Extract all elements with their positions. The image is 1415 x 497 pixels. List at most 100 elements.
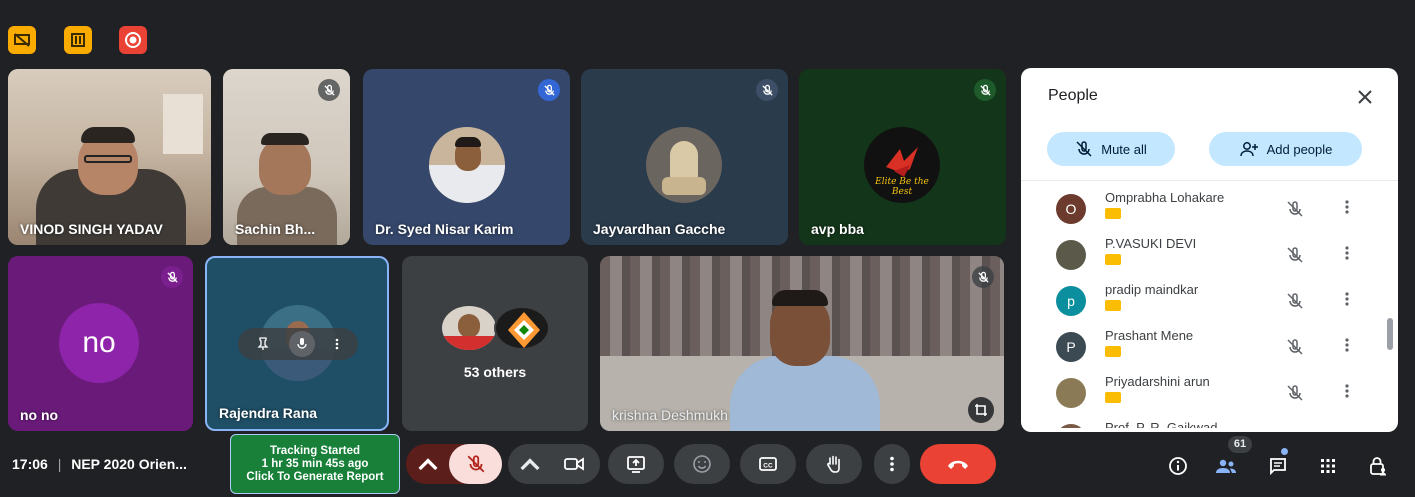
- meeting-title: NEP 2020 Orien...: [71, 456, 187, 472]
- avatar: [442, 306, 496, 350]
- participant-name: Jayvardhan Gacche: [593, 221, 726, 237]
- video-tile-sachin[interactable]: Sachin Bh...: [223, 69, 350, 245]
- participant-row[interactable]: p pradip maindkar: [1021, 278, 1381, 324]
- others-count: 53 others: [463, 364, 527, 380]
- raise-hand-button[interactable]: [806, 444, 862, 484]
- screen-badge-icon: [1105, 208, 1121, 219]
- more-vert-icon[interactable]: [1339, 199, 1355, 219]
- more-vert-icon[interactable]: [1339, 337, 1355, 357]
- crop-icon[interactable]: [968, 397, 994, 423]
- chat-icon: [1270, 458, 1286, 476]
- mic-icon[interactable]: [288, 331, 315, 357]
- meeting-room-icon[interactable]: [64, 26, 92, 54]
- meeting-info: 17:06 | NEP 2020 Orien...: [12, 456, 187, 472]
- avatar: [646, 127, 722, 203]
- elite-logo: Elite Be the Best: [864, 127, 940, 203]
- microphone-toggle-button[interactable]: [449, 444, 502, 484]
- avatar: P: [1056, 332, 1086, 362]
- participant-name: no no: [20, 407, 59, 423]
- people-panel: People Mute all Add people O Omprabha Loh…: [1021, 68, 1398, 432]
- tile-hover-controls: [238, 328, 358, 360]
- more-vert-icon[interactable]: [1339, 383, 1355, 403]
- svg-text:CC: CC: [763, 463, 773, 470]
- people-button[interactable]: [1212, 452, 1240, 480]
- reactions-button[interactable]: [674, 444, 730, 484]
- panel-title: People: [1048, 87, 1098, 104]
- participant-name: avp bba: [811, 221, 864, 237]
- mic-off-icon[interactable]: [1285, 291, 1305, 311]
- video-tile-nono[interactable]: no no no: [8, 256, 193, 431]
- present-screen-button[interactable]: [608, 444, 664, 484]
- more-options-button[interactable]: [874, 444, 910, 484]
- mic-off-icon: [974, 79, 996, 101]
- no-screen-share-icon[interactable]: [8, 26, 36, 54]
- screen-badge-icon: [1105, 254, 1121, 265]
- participant-name: Rajendra Rana: [219, 405, 318, 421]
- tracking-action: Click To Generate Report: [246, 471, 384, 483]
- meeting-details-button[interactable]: [1164, 452, 1192, 480]
- activities-button[interactable]: [1314, 452, 1342, 480]
- mic-off-icon: [538, 79, 560, 101]
- meet-window: VINOD SINGH YADAV Sachin Bh... Dr. Syed …: [0, 0, 1415, 497]
- host-controls-button[interactable]: [1364, 452, 1392, 480]
- video-camera-icon: [564, 457, 584, 471]
- mic-off-icon: [161, 266, 183, 288]
- pin-icon[interactable]: [256, 337, 270, 351]
- video-options-button[interactable]: [508, 444, 552, 484]
- mute-all-label: Mute all: [1101, 141, 1147, 157]
- mic-off-icon: [756, 79, 778, 101]
- participant-row[interactable]: P Prashant Mene: [1021, 324, 1381, 370]
- participant-count-badge: 61: [1228, 436, 1252, 453]
- video-tile-syed[interactable]: Dr. Syed Nisar Karim: [363, 69, 570, 245]
- avatar: [1056, 378, 1086, 408]
- mic-off-icon: [318, 79, 340, 101]
- more-vert-icon: [890, 456, 894, 472]
- screen-badge-icon: [1105, 300, 1121, 311]
- more-options-icon[interactable]: [334, 337, 340, 351]
- leave-call-button[interactable]: [920, 444, 996, 484]
- mute-all-button[interactable]: Mute all: [1047, 132, 1175, 166]
- participant-list: O Omprabha Lohakare P.VASUKI DEVI p pradip m…: [1021, 180, 1398, 428]
- raise-hand-icon: [827, 455, 840, 473]
- audio-options-button[interactable]: [406, 444, 450, 484]
- mic-off-icon[interactable]: [1285, 199, 1305, 219]
- add-people-button[interactable]: Add people: [1209, 132, 1362, 166]
- scrollbar-thumb[interactable]: [1387, 318, 1393, 350]
- close-icon[interactable]: [1354, 86, 1376, 108]
- lock-person-icon: [1370, 457, 1386, 476]
- participant-name: pradip maindkar: [1105, 282, 1199, 297]
- mic-off-icon[interactable]: [1285, 337, 1305, 357]
- present-screen-icon: [627, 456, 645, 473]
- video-tile-jayvardhan[interactable]: Jayvardhan Gacche: [581, 69, 788, 245]
- more-vert-icon[interactable]: [1339, 245, 1355, 265]
- participant-name: P.VASUKI DEVI: [1105, 236, 1197, 251]
- participant-row[interactable]: Prof. P. R. Gaikwad: [1021, 416, 1381, 428]
- chat-unread-dot: [1281, 448, 1288, 455]
- participant-row[interactable]: Priyadarshini arun: [1021, 370, 1381, 416]
- avatar: p: [1056, 286, 1086, 316]
- participant-name: Omprabha Lohakare: [1105, 190, 1225, 205]
- mic-off-icon: [972, 266, 994, 288]
- camera-toggle-button[interactable]: [548, 444, 600, 484]
- video-tile-others[interactable]: 53 others: [402, 256, 588, 431]
- avatar: O: [1056, 194, 1086, 224]
- video-tile-rajendra[interactable]: Rajendra Rana: [205, 256, 389, 431]
- add-people-label: Add people: [1266, 141, 1333, 157]
- captions-button[interactable]: CC: [740, 444, 796, 484]
- chat-button[interactable]: [1264, 452, 1292, 480]
- video-tile-avp[interactable]: Elite Be the Best avp bba: [799, 69, 1006, 245]
- tracking-report-button[interactable]: Tracking Started 1 hr 35 min 45s ago Cli…: [230, 434, 400, 494]
- video-tile-vinod[interactable]: VINOD SINGH YADAV: [8, 69, 211, 245]
- more-vert-icon[interactable]: [1339, 291, 1355, 311]
- chevron-up-icon: [520, 458, 540, 471]
- video-tile-krishna[interactable]: krishna Deshmukh: [600, 256, 1004, 431]
- recording-icon[interactable]: [119, 26, 147, 54]
- participant-row[interactable]: P.VASUKI DEVI: [1021, 232, 1381, 278]
- participant-name: Prof. P. R. Gaikwad: [1105, 420, 1218, 428]
- screen-badge-icon: [1105, 392, 1121, 403]
- avatar: [429, 127, 505, 203]
- logo-text: Elite Be the Best: [875, 177, 929, 197]
- mic-off-icon[interactable]: [1285, 245, 1305, 265]
- participant-row[interactable]: O Omprabha Lohakare: [1021, 186, 1381, 232]
- mic-off-icon[interactable]: [1285, 383, 1305, 403]
